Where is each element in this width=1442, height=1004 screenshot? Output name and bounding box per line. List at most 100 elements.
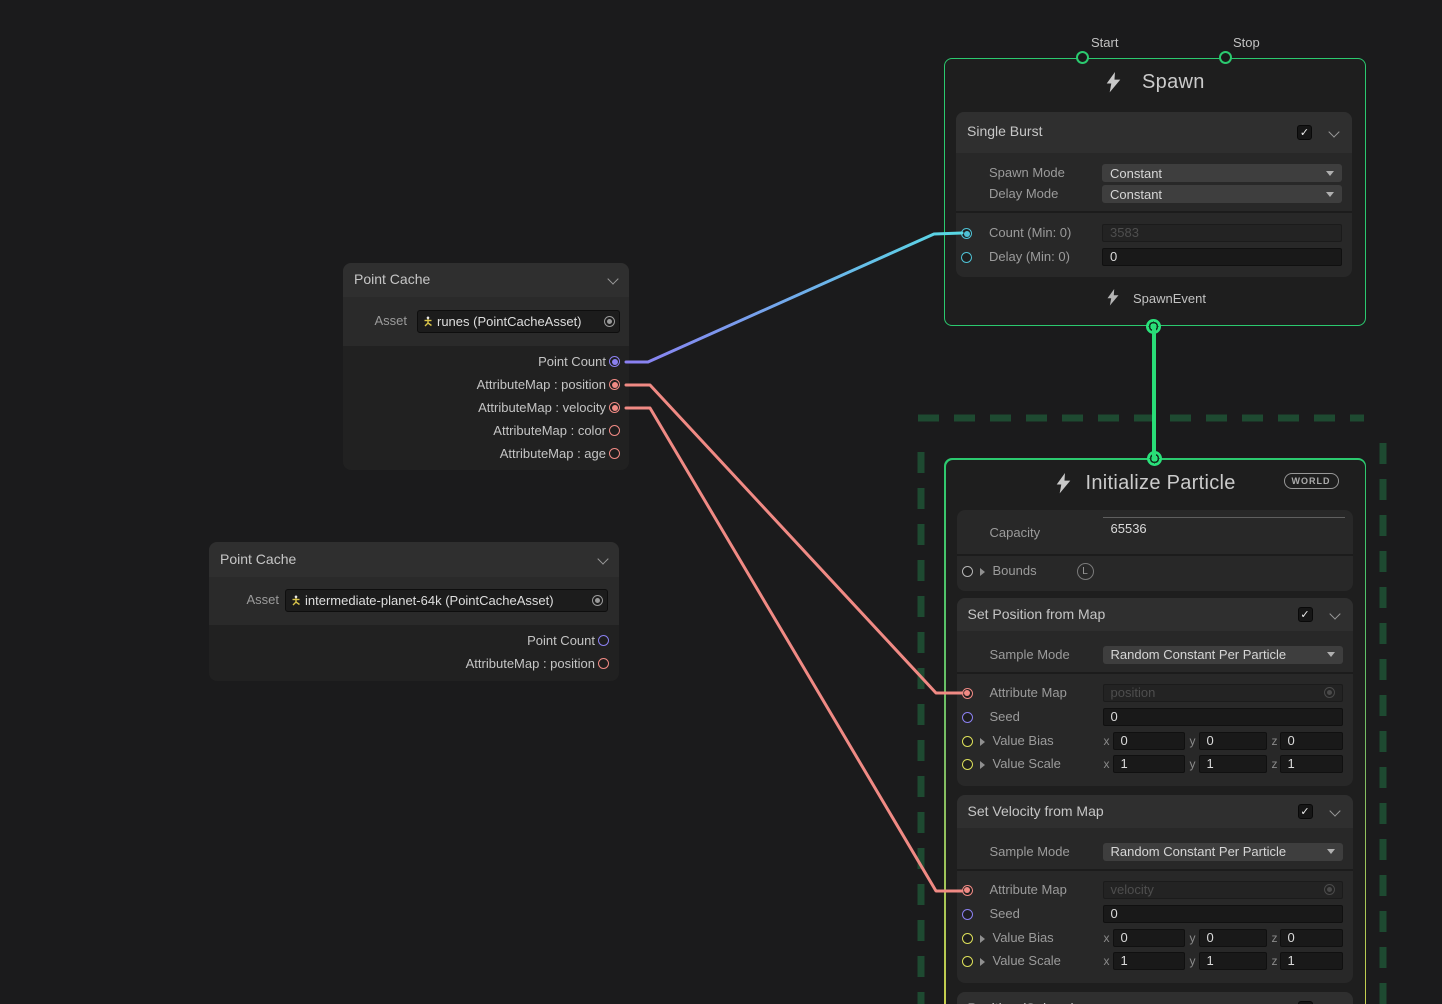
edge-position-to-attribute-map[interactable] (626, 385, 962, 693)
count-label: Count (Min: 0) (989, 224, 1071, 242)
object-picker-icon[interactable] (604, 316, 615, 327)
sample-mode-dropdown[interactable]: Random Constant Per Particle (1103, 646, 1343, 664)
attribute-map-field[interactable]: position (1103, 684, 1343, 702)
block-title: Single Burst (967, 123, 1042, 139)
capacity-label: Capacity (990, 524, 1041, 542)
output-attributemap-age-label: AttributeMap : age (500, 445, 606, 463)
space-badge[interactable]: WORLD (1284, 473, 1339, 489)
value-bias-y-field[interactable]: 0 (1199, 929, 1267, 947)
flow-output-port-spawnevent[interactable] (1146, 319, 1161, 334)
attribute-map-input-port[interactable] (962, 885, 973, 896)
value-bias-expander-icon[interactable] (980, 738, 985, 746)
value-scale-z-field[interactable]: 1 (1280, 755, 1343, 773)
flow-input-port[interactable] (1147, 451, 1162, 466)
count-input-port[interactable] (961, 228, 972, 239)
chevron-down-icon[interactable] (1328, 126, 1339, 137)
object-picker-icon[interactable] (1324, 884, 1335, 895)
spawn-event-icon (1107, 289, 1119, 306)
point-cache-header[interactable]: Point Cache (343, 263, 629, 297)
value-scale-y-field[interactable]: 1 (1199, 755, 1267, 773)
output-port-color[interactable] (609, 425, 620, 436)
flow-input-port-stop[interactable] (1219, 51, 1232, 64)
value-scale-z-field[interactable]: 1 (1280, 952, 1343, 970)
attribute-map-value: position (1111, 685, 1324, 701)
divider (957, 554, 1353, 556)
seed-input-port[interactable] (962, 909, 973, 920)
value-scale-input-port[interactable] (962, 956, 973, 967)
value-scale-expander-icon[interactable] (980, 958, 985, 966)
delay-field[interactable]: 0 (1102, 248, 1342, 266)
value-scale-x-field[interactable]: 1 (1113, 755, 1185, 773)
seed-input-port[interactable] (962, 712, 973, 723)
axis-z-label: z (1272, 757, 1278, 771)
attribute-map-field[interactable]: velocity (1103, 881, 1343, 899)
chevron-down-icon[interactable] (1329, 608, 1340, 619)
output-port-age[interactable] (609, 448, 620, 459)
value-bias-z-field[interactable]: 0 (1280, 929, 1343, 947)
node-point-cache-runes[interactable]: Point Cache Asset runes (PointCacheAsset… (343, 263, 629, 470)
block-title: Position (Sphere) (968, 1000, 1076, 1004)
object-picker-icon[interactable] (592, 595, 603, 606)
value-bias-input-port[interactable] (962, 736, 973, 747)
spawn-mode-dropdown[interactable]: Constant (1102, 164, 1342, 182)
sample-mode-dropdown[interactable]: Random Constant Per Particle (1103, 843, 1343, 861)
edge-point-count-to-count[interactable] (626, 233, 962, 362)
delay-mode-dropdown[interactable]: Constant (1102, 185, 1342, 203)
block-set-velocity-from-map[interactable]: Set Velocity from Map Sample Mode Random… (957, 795, 1353, 983)
output-port-position[interactable] (598, 658, 609, 669)
edge-velocity-to-attribute-map[interactable] (626, 408, 962, 891)
node-spawn[interactable]: Start Stop Spawn Single Burst Spawn Mode… (944, 58, 1366, 326)
output-port-velocity[interactable] (609, 402, 620, 413)
block-enabled-checkbox[interactable] (1298, 1001, 1313, 1004)
asset-label: Asset (246, 591, 279, 609)
block-enabled-checkbox[interactable] (1297, 125, 1312, 140)
value-bias-x-field[interactable]: 0 (1113, 732, 1185, 750)
seed-field[interactable]: 0 (1103, 708, 1343, 726)
count-field[interactable]: 3583 (1102, 224, 1342, 242)
block-header[interactable]: Single Burst (956, 112, 1352, 153)
value-scale-label: Value Scale (993, 755, 1061, 773)
block-enabled-checkbox[interactable] (1298, 804, 1313, 819)
chevron-down-icon[interactable] (597, 553, 608, 564)
attribute-map-input-port[interactable] (962, 688, 973, 699)
asset-row: Asset runes (PointCacheAsset) (343, 297, 629, 346)
vfx-graph-canvas[interactable]: Point Cache Asset runes (PointCacheAsset… (0, 0, 1442, 1004)
value-scale-input-port[interactable] (962, 759, 973, 770)
capacity-field[interactable]: 65536 (1103, 520, 1345, 538)
value-scale-y-field[interactable]: 1 (1199, 952, 1267, 970)
output-port-position[interactable] (609, 379, 620, 390)
asset-object-field[interactable]: intermediate-planet-64k (PointCacheAsset… (285, 589, 608, 612)
seed-field[interactable]: 0 (1103, 905, 1343, 923)
value-scale-x-field[interactable]: 1 (1113, 952, 1185, 970)
value-bias-z-field[interactable]: 0 (1280, 732, 1343, 750)
output-port-point-count[interactable] (598, 635, 609, 646)
asset-object-field[interactable]: runes (PointCacheAsset) (417, 310, 620, 333)
output-attributemap-position-label: AttributeMap : position (477, 376, 606, 394)
block-enabled-checkbox[interactable] (1298, 607, 1313, 622)
block-header[interactable]: Position (Sphere) (957, 992, 1353, 1004)
node-point-cache-planet[interactable]: Point Cache Asset intermediate-planet-64… (209, 542, 619, 681)
axis-y-label: y (1190, 757, 1196, 771)
point-cache-header[interactable]: Point Cache (209, 542, 619, 577)
block-header[interactable]: Set Position from Map (957, 598, 1353, 631)
value-bias-x-field[interactable]: 0 (1113, 929, 1185, 947)
value-bias-y-field[interactable]: 0 (1199, 732, 1267, 750)
value-bias-expander-icon[interactable] (980, 935, 985, 943)
value-scale-expander-icon[interactable] (980, 761, 985, 769)
node-initialize-particle[interactable]: Initialize Particle WORLD Capacity 65536… (946, 460, 1365, 1004)
flow-input-port-start[interactable] (1076, 51, 1089, 64)
bounds-input-port[interactable] (962, 566, 973, 577)
chevron-down-icon[interactable] (607, 273, 618, 284)
block-set-position-from-map[interactable]: Set Position from Map Sample Mode Random… (957, 598, 1353, 786)
output-port-point-count[interactable] (609, 356, 620, 367)
block-header[interactable]: Set Velocity from Map (957, 795, 1353, 828)
bounds-space-toggle[interactable]: L (1077, 563, 1094, 580)
object-picker-icon[interactable] (1324, 687, 1335, 698)
value-bias-input-port[interactable] (962, 933, 973, 944)
chevron-down-icon[interactable] (1329, 805, 1340, 816)
bounds-expander-icon[interactable] (980, 568, 985, 576)
block-single-burst[interactable]: Single Burst Spawn Mode Constant Delay M… (956, 112, 1352, 277)
dropdown-arrow-icon (1326, 171, 1334, 176)
block-position-sphere[interactable]: Position (Sphere) (957, 992, 1353, 1004)
delay-input-port[interactable] (961, 252, 972, 263)
